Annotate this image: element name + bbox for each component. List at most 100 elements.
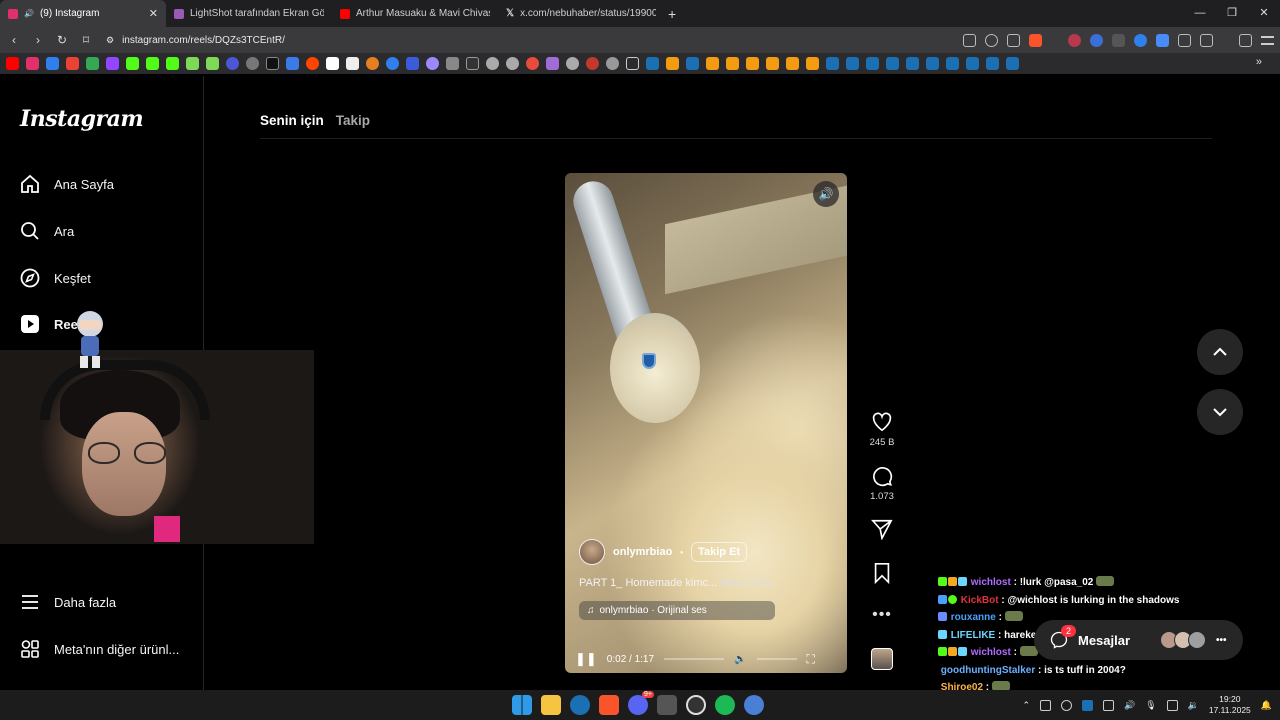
bookmark-orange-icon[interactable]: [726, 57, 739, 70]
minimize-icon[interactable]: —: [1184, 0, 1216, 27]
tray-app-icon[interactable]: [1102, 699, 1114, 711]
bookmark-blue-icon[interactable]: [226, 57, 239, 70]
obs-icon[interactable]: [686, 695, 706, 715]
extension-blue-icon[interactable]: [1134, 33, 1147, 47]
steam-icon[interactable]: [866, 57, 879, 70]
discord-icon[interactable]: 9+: [628, 691, 654, 715]
twitch-icon[interactable]: [106, 57, 119, 70]
bookmark-dark-icon[interactable]: [466, 57, 479, 70]
drive-icon[interactable]: [86, 57, 99, 70]
progress-bar[interactable]: [664, 658, 725, 660]
comment-action[interactable]: 1.073: [866, 465, 898, 502]
app-icon[interactable]: [657, 695, 677, 715]
reload-icon[interactable]: ↻: [52, 33, 72, 47]
nav-more[interactable]: Daha fazla: [20, 592, 116, 612]
nav-meta-products[interactable]: Meta'nın diğer ürünl...: [20, 639, 179, 659]
spotify-icon[interactable]: [715, 695, 735, 715]
bookmark-orange-icon[interactable]: [706, 57, 719, 70]
bookmark-purple-icon[interactable]: [426, 57, 439, 70]
save-action[interactable]: [866, 562, 898, 584]
bookmark-purple-icon[interactable]: [546, 57, 559, 70]
bookmark-red-icon[interactable]: [526, 57, 539, 70]
extension-audio-icon[interactable]: [1090, 33, 1103, 47]
reddit-icon[interactable]: [306, 57, 319, 70]
more-dots-icon[interactable]: •••: [1216, 635, 1227, 646]
bookmark-gray-icon[interactable]: [486, 57, 499, 70]
bookmark-blue-icon[interactable]: [386, 57, 399, 70]
new-tab-button[interactable]: +: [668, 6, 676, 22]
pause-icon[interactable]: ❚❚: [575, 651, 597, 667]
extension-red-icon[interactable]: [1068, 33, 1081, 47]
next-reel-button[interactable]: [1197, 389, 1243, 435]
nav-home[interactable]: Ana Sayfa: [20, 174, 114, 194]
zoom-icon[interactable]: [985, 33, 998, 47]
kick-icon[interactable]: [126, 57, 139, 70]
instagram-bookmark-icon[interactable]: [26, 57, 39, 70]
tray-app-icon[interactable]: [1039, 699, 1051, 711]
follow-button[interactable]: Takip Et: [691, 542, 748, 562]
url-text[interactable]: instagram.com/reels/DQZs3TCEntR/: [122, 35, 285, 46]
bookmark-orange-icon[interactable]: [786, 57, 799, 70]
steam-icon[interactable]: [686, 57, 699, 70]
network-icon[interactable]: [1166, 699, 1178, 711]
instagram-logo[interactable]: Instagram: [20, 106, 144, 132]
bookmark-gray-icon[interactable]: [566, 57, 579, 70]
mic-icon[interactable]: 🎙: [1145, 700, 1156, 711]
tray-app-icon[interactable]: [1060, 699, 1072, 711]
bookmark-orange-icon[interactable]: [366, 57, 379, 70]
bookmark-gray-icon[interactable]: [446, 57, 459, 70]
bookmark-gray-icon[interactable]: [506, 57, 519, 70]
app-icon[interactable]: [744, 695, 764, 715]
bookmark-orange-icon[interactable]: [766, 57, 779, 70]
speaker-icon[interactable]: 🔊: [1124, 700, 1135, 711]
menu-icon[interactable]: [1261, 35, 1274, 45]
steam-icon[interactable]: [846, 57, 859, 70]
restore-icon[interactable]: ❐: [1216, 0, 1248, 27]
bookmark-icon[interactable]: [46, 57, 59, 70]
volume-icon[interactable]: 🔈: [734, 654, 746, 665]
steam-icon[interactable]: [886, 57, 899, 70]
steam-icon[interactable]: [570, 695, 590, 715]
bookmark-orange-icon[interactable]: [746, 57, 759, 70]
kick-icon[interactable]: [146, 57, 159, 70]
audio-cover-image[interactable]: [871, 648, 893, 670]
brave-icon[interactable]: [599, 695, 619, 715]
steam-icon[interactable]: [906, 57, 919, 70]
file-explorer-icon[interactable]: [541, 695, 561, 715]
folder-icon[interactable]: [626, 57, 639, 70]
cast-icon[interactable]: [963, 33, 976, 47]
tab-youtube[interactable]: Arthur Masuaku & Mavi Chivas Edit: [332, 0, 498, 27]
extensions-icon[interactable]: [1178, 33, 1191, 47]
tab-lightshot[interactable]: LightShot tarafından Ekran Görüntüsü: [166, 0, 332, 27]
bookmark-blue-icon[interactable]: [286, 57, 299, 70]
like-action[interactable]: 245 B: [866, 411, 898, 448]
bookmark-white-icon[interactable]: [326, 57, 339, 70]
forward-icon[interactable]: ›: [28, 33, 48, 47]
x-bookmark-icon[interactable]: [266, 57, 279, 70]
amazon-icon[interactable]: [346, 57, 359, 70]
heart-icon[interactable]: [871, 411, 893, 433]
extension-gray-icon[interactable]: [1112, 33, 1125, 47]
youtube-bookmark-icon[interactable]: [6, 57, 19, 70]
bookmark-blue-icon[interactable]: [406, 57, 419, 70]
extension-translate-icon[interactable]: [1156, 33, 1169, 47]
tab-for-you[interactable]: Senin için: [260, 113, 324, 128]
steam-tray-icon[interactable]: [1081, 699, 1093, 711]
volume-slider[interactable]: [756, 658, 797, 660]
bookmark-orange-icon[interactable]: [666, 57, 679, 70]
steam-icon[interactable]: [986, 57, 999, 70]
close-tab-icon[interactable]: ✕: [149, 7, 158, 20]
share-action[interactable]: [866, 518, 898, 540]
more-bookmarks-icon[interactable]: »: [1256, 56, 1262, 68]
more-dots-icon[interactable]: •••: [872, 606, 892, 624]
send-icon[interactable]: [871, 518, 893, 540]
steam-icon[interactable]: [826, 57, 839, 70]
bookmark-orange-icon[interactable]: [806, 57, 819, 70]
steam-icon[interactable]: [966, 57, 979, 70]
steam-icon[interactable]: [946, 57, 959, 70]
brave-shield-icon[interactable]: [1029, 33, 1042, 47]
reel-audio[interactable]: ♫ onlymrbiao · Orijinal ses: [579, 601, 775, 620]
nav-search[interactable]: Ara: [20, 221, 74, 241]
avatar[interactable]: [579, 539, 605, 565]
caption-more-link[interactable]: daha fazla: [720, 577, 771, 589]
